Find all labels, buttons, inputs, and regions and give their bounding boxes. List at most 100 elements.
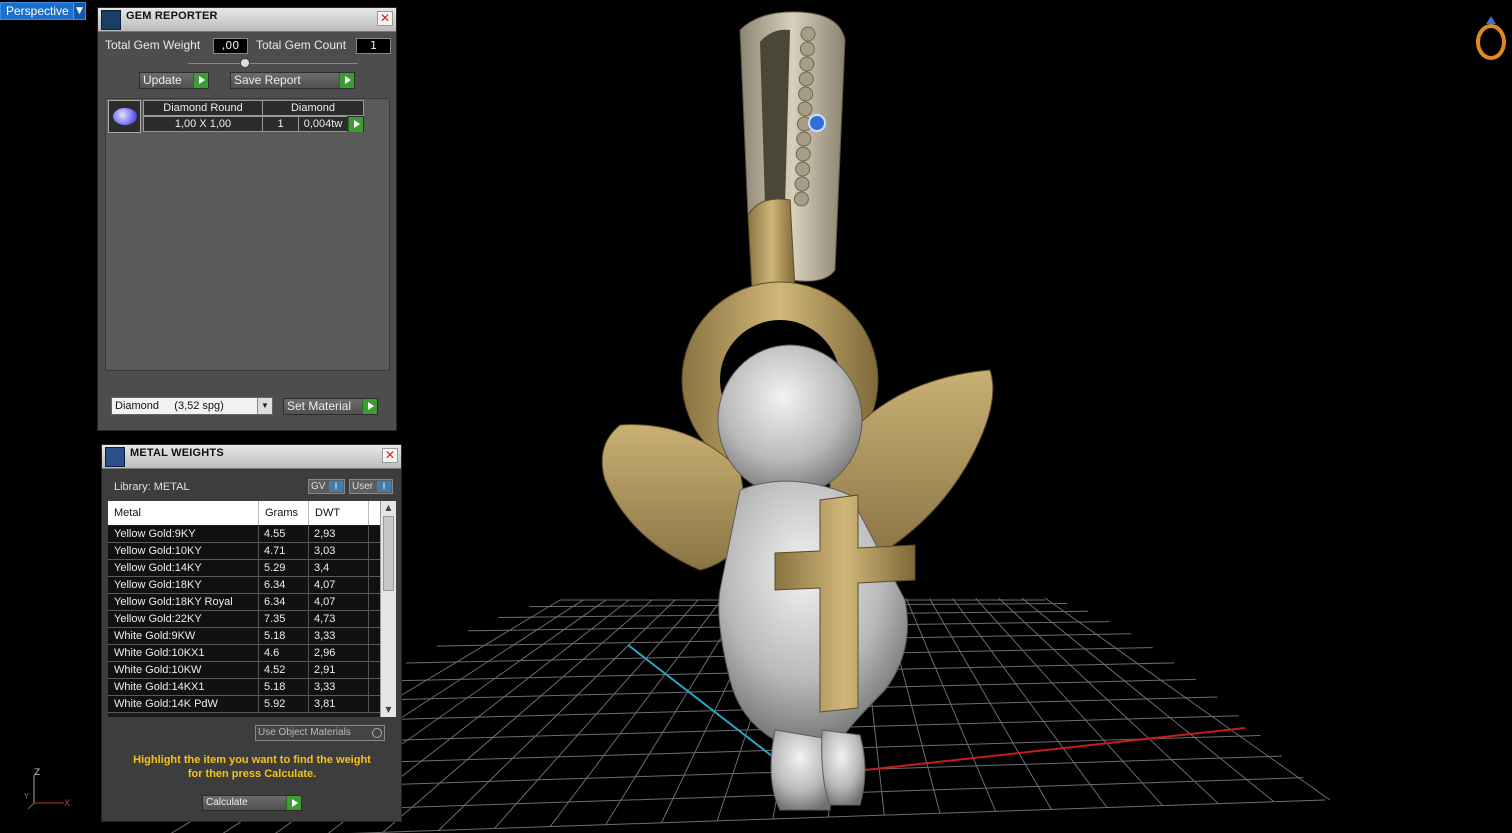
close-icon[interactable]: ✕ bbox=[382, 448, 398, 463]
table-row[interactable]: White Gold:14KX1 5.18 3,33 bbox=[108, 679, 380, 696]
scroll-up-icon[interactable]: ▲ bbox=[381, 501, 396, 515]
gv-toggle-label: GV bbox=[311, 481, 326, 492]
toggle-indicator-icon: I bbox=[329, 481, 343, 492]
bead bbox=[799, 56, 815, 72]
size-slider[interactable] bbox=[188, 58, 358, 68]
gem-reporter-app-icon bbox=[101, 10, 121, 30]
instruction-line-2: for then press Calculate. bbox=[187, 768, 317, 780]
scroll-down-icon[interactable]: ▼ bbox=[381, 703, 396, 717]
column-divider bbox=[308, 662, 309, 679]
round-diamond-icon bbox=[108, 100, 141, 133]
go-arrow-icon bbox=[348, 117, 363, 132]
metal-name-cell: White Gold:10KX1 bbox=[114, 647, 205, 659]
column-divider bbox=[258, 611, 259, 628]
chevron-down-icon[interactable]: ▼ bbox=[257, 398, 272, 414]
grid-line bbox=[1021, 597, 1275, 803]
scroll-thumb[interactable] bbox=[383, 516, 394, 591]
save-report-button[interactable]: Save Report bbox=[230, 72, 355, 89]
bead bbox=[797, 101, 813, 117]
use-object-materials-label: Use Object Materials bbox=[258, 727, 351, 738]
grid-line bbox=[382, 599, 653, 833]
column-header-dwt[interactable]: DWT bbox=[309, 501, 369, 525]
grams-cell: 5.92 bbox=[264, 698, 286, 710]
go-arrow-icon bbox=[339, 73, 354, 88]
toggle-indicator-icon: I bbox=[377, 481, 391, 492]
table-row[interactable]: Yellow Gold:18KY Royal 6.34 4,07 bbox=[108, 594, 380, 611]
table-row[interactable]: White Gold:14K PdW 5.92 3,81 bbox=[108, 696, 380, 713]
set-material-button[interactable]: Set Material bbox=[283, 398, 378, 415]
calculate-button[interactable]: Calculate bbox=[202, 795, 302, 811]
dwt-cell: 3,4 bbox=[314, 562, 330, 574]
jump-ring bbox=[747, 198, 796, 296]
bead bbox=[794, 176, 810, 192]
close-icon[interactable]: ✕ bbox=[377, 11, 393, 26]
table-row[interactable]: White Gold:9KW 5.18 3,33 bbox=[108, 628, 380, 645]
dwt-cell: 3,81 bbox=[314, 698, 336, 710]
grid-line bbox=[549, 599, 723, 827]
metal-weights-titlebar[interactable]: METAL WEIGHTS ✕ bbox=[102, 445, 401, 469]
grams-cell: 4.52 bbox=[264, 664, 286, 676]
table-row[interactable]: Yellow Gold:10KY 4.71 3,03 bbox=[108, 543, 380, 560]
column-divider bbox=[308, 628, 309, 645]
table-row[interactable]: White Gold:10KX1 4.6 2,96 bbox=[108, 645, 380, 662]
gem-details-button[interactable] bbox=[347, 116, 364, 132]
table-row[interactable]: White Gold:10KW 4.52 2,91 bbox=[108, 662, 380, 679]
metal-name-cell: White Gold:10KW bbox=[114, 664, 202, 676]
table-row[interactable]: Yellow Gold:14KY 5.29 3,4 bbox=[108, 560, 380, 577]
instruction-text: Highlight the item you want to find the … bbox=[112, 753, 392, 781]
gem-size: 1,00 X 1,00 bbox=[143, 116, 263, 132]
column-header-grams[interactable]: Grams bbox=[259, 501, 309, 525]
grid-line bbox=[952, 598, 1108, 808]
set-material-button-label: Set Material bbox=[287, 399, 352, 413]
material-select-value: Diamond (3,52 spg) bbox=[115, 400, 224, 412]
column-divider bbox=[258, 526, 259, 543]
bead bbox=[793, 191, 809, 207]
column-divider bbox=[258, 679, 259, 696]
metal-name-cell: Yellow Gold:18KY Royal bbox=[114, 596, 233, 608]
grid-line bbox=[493, 599, 699, 829]
column-header-metal[interactable]: Metal bbox=[108, 501, 259, 525]
column-divider bbox=[368, 560, 369, 577]
use-object-materials-toggle[interactable]: Use Object Materials bbox=[255, 725, 385, 741]
table-row[interactable]: Yellow Gold:22KY 7.35 4,73 bbox=[108, 611, 380, 628]
grid-line bbox=[1044, 597, 1331, 801]
column-divider bbox=[258, 696, 259, 713]
column-divider bbox=[368, 662, 369, 679]
table-row[interactable]: Yellow Gold:9KY 4.55 2,93 bbox=[108, 526, 380, 543]
library-label: Library: METAL bbox=[114, 481, 190, 493]
table-scrollbar[interactable]: ▲ ▼ bbox=[380, 501, 396, 717]
metal-name-cell: Yellow Gold:10KY bbox=[114, 545, 202, 557]
slider-handle-icon[interactable] bbox=[240, 58, 250, 68]
metal-table[interactable]: Metal Grams DWT Yellow Gold:9KY 4.55 2,93 Y… bbox=[108, 501, 396, 717]
grams-cell: 5.18 bbox=[264, 630, 286, 642]
gem-count: 1 bbox=[262, 116, 299, 132]
table-row[interactable]: Yellow Gold:18KY 6.34 4,07 bbox=[108, 577, 380, 594]
table-header: Metal Grams DWT bbox=[108, 501, 380, 525]
column-divider bbox=[258, 662, 259, 679]
gem-list[interactable]: Diamond Round Diamond 1,00 X 1,00 1 0,00… bbox=[105, 98, 390, 371]
metal-name-cell: White Gold:9KW bbox=[114, 630, 196, 642]
calculate-button-label: Calculate bbox=[206, 797, 248, 808]
chevron-down-icon[interactable]: ▼ bbox=[73, 3, 85, 19]
total-gem-weight-label: Total Gem Weight bbox=[105, 38, 201, 52]
go-arrow-icon bbox=[362, 399, 377, 414]
material-select[interactable]: Diamond (3,52 spg) ▼ bbox=[111, 397, 273, 415]
total-gem-count-label: Total Gem Count bbox=[256, 38, 347, 52]
column-divider bbox=[368, 543, 369, 560]
grams-cell: 7.35 bbox=[264, 613, 286, 625]
gizmo-handle-icon[interactable] bbox=[808, 114, 826, 132]
gem-reporter-titlebar[interactable]: GEM REPORTER ✕ bbox=[98, 8, 396, 32]
save-report-button-label: Save Report bbox=[234, 73, 301, 87]
grams-cell: 4.6 bbox=[264, 647, 280, 659]
user-toggle[interactable]: User I bbox=[349, 479, 393, 494]
column-divider bbox=[258, 645, 259, 662]
view-selector[interactable]: Perspective ▼ bbox=[0, 2, 86, 20]
column-divider bbox=[308, 679, 309, 696]
update-button[interactable]: Update bbox=[139, 72, 209, 89]
column-divider bbox=[308, 645, 309, 662]
column-divider bbox=[368, 526, 369, 543]
gv-toggle[interactable]: GV I bbox=[308, 479, 345, 494]
dwt-cell: 4,07 bbox=[314, 579, 336, 591]
column-divider bbox=[308, 526, 309, 543]
ring-icon[interactable] bbox=[1474, 12, 1508, 62]
